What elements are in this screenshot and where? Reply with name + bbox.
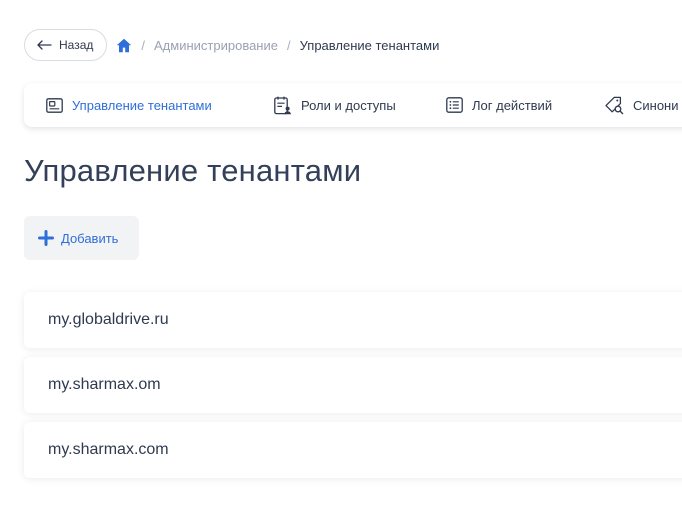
tab-label: Роли и доступы	[301, 97, 396, 113]
synonyms-tag-search-icon	[605, 96, 624, 114]
section-tabs: Управление тенантами Роли и доступы Лог …	[24, 83, 682, 127]
breadcrumb: / Администрирование / Управление тенанта…	[116, 38, 439, 53]
breadcrumb-separator: /	[286, 37, 291, 53]
log-list-icon	[446, 97, 463, 113]
tenant-row[interactable]: my.sharmax.om	[24, 357, 682, 413]
add-tenant-button[interactable]: Добавить	[24, 216, 139, 260]
tenant-domain: my.globaldrive.ru	[48, 311, 169, 328]
breadcrumb-item-administration[interactable]: Администрирование	[154, 38, 278, 53]
tab-label: Лог действий	[472, 97, 553, 113]
tenant-card-icon	[46, 97, 63, 113]
tab-tenant-management[interactable]: Управление тенантами	[46, 83, 212, 127]
breadcrumb-separator: /	[141, 37, 146, 53]
arrow-left-icon	[37, 40, 52, 50]
tab-label: Управление тенантами	[72, 97, 212, 113]
tenant-domain: my.sharmax.om	[48, 376, 161, 393]
breadcrumb-item-current: Управление тенантами	[299, 37, 440, 53]
back-button[interactable]: Назад	[24, 29, 108, 61]
top-navigation: Назад / Администрирование / Управление т…	[24, 29, 439, 61]
tab-action-log[interactable]: Лог действий	[446, 83, 552, 127]
tenant-domain: my.sharmax.com	[48, 441, 169, 458]
back-button-label: Назад	[59, 38, 94, 52]
tenant-management-page: Назад / Администрирование / Управление т…	[0, 0, 682, 525]
home-icon	[117, 38, 132, 52]
tenant-row[interactable]: my.sharmax.com	[24, 422, 682, 478]
tenant-row[interactable]: my.globaldrive.ru	[24, 292, 682, 348]
tab-synonyms[interactable]: Синони	[605, 83, 679, 127]
plus-icon	[38, 230, 54, 246]
page-title: Управление тенантами	[24, 153, 362, 188]
tab-roles-access[interactable]: Роли и доступы	[274, 83, 396, 127]
roles-document-icon	[274, 96, 291, 114]
add-button-label: Добавить	[61, 230, 119, 246]
tab-label: Синони	[633, 97, 679, 113]
breadcrumb-home[interactable]	[116, 38, 132, 53]
